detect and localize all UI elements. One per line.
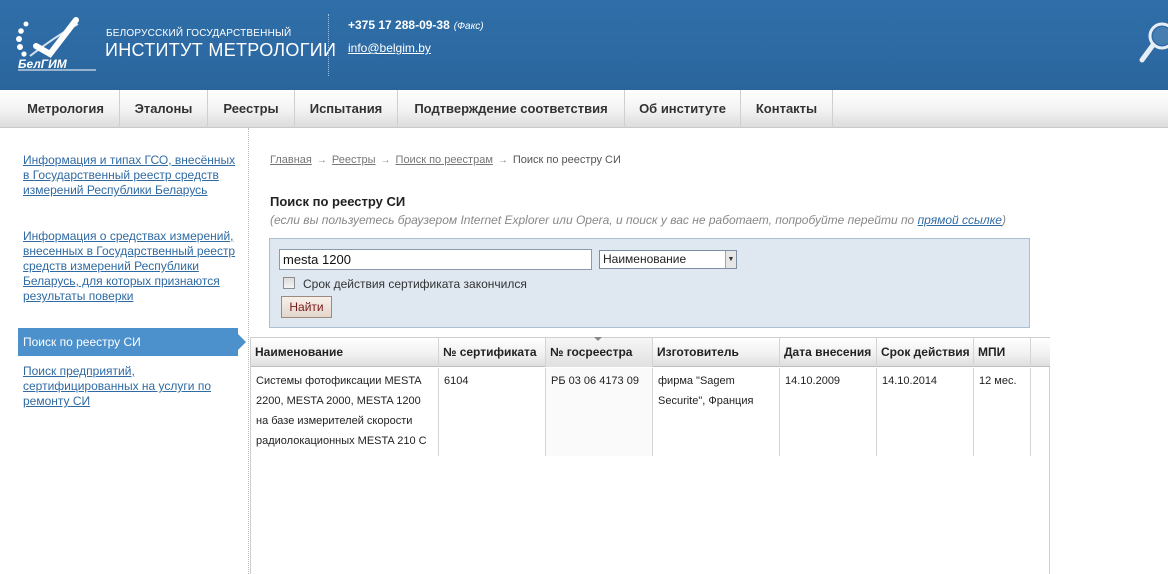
cell-manufacturer: фирма "Sagem Securite", Франция [653,368,780,456]
results-table: Наименование № сертификата № госреестра … [250,337,1050,574]
column-header-certificate[interactable]: № сертификата [439,338,546,367]
breadcrumb-registry-search[interactable]: Поиск по реестрам [396,154,493,166]
expired-checkbox[interactable] [283,277,295,289]
org-name-line1: БЕЛОРУССКИЙ ГОСУДАРСТВЕННЫЙ [106,28,292,39]
phone-note: (Факс) [453,21,484,32]
sidebar-item-gso-info[interactable]: Информация и типах ГСО, внесённых в Госу… [23,153,238,198]
cell-certificate: 6104 [439,368,546,456]
breadcrumb-current: Поиск по реестру СИ [512,154,621,166]
sidebar-item-repair-companies[interactable]: Поиск предприятий, сертифицированных на … [23,364,238,409]
nav-item-contacts[interactable]: Контакты [741,90,833,128]
column-header-manufacturer[interactable]: Изготовитель [653,338,780,367]
find-button[interactable]: Найти [281,296,332,318]
browser-note: (если вы пользуетесь браузером Internet … [270,213,1006,227]
direct-link[interactable]: прямой ссылке [918,213,1002,227]
nav-item-registries[interactable]: Реестры [208,90,295,128]
cell-mpi: 12 мес. [974,368,1031,456]
phone-number: +375 17 288-09-38 [348,18,450,32]
column-header-valid-until[interactable]: Срок действия [877,338,974,367]
column-header-mpi[interactable]: МПИ [974,338,1031,367]
breadcrumb-registries[interactable]: Реестры [332,154,376,166]
column-header-name[interactable]: Наименование [251,338,439,367]
sidebar-item-verification-info[interactable]: Информация о средствах измерений, внесен… [23,229,238,304]
browser-note-text: (если вы пользуетесь браузером Internet … [270,213,915,227]
breadcrumb: Главная → Реестры → Поиск по реестрам → Поиск … [270,154,621,166]
column-header-registry[interactable]: № госреестра [546,337,653,367]
search-icon[interactable] [1138,18,1168,68]
nav-item-conformity[interactable]: Подтверждение соответствия [398,90,625,128]
column-header-date-added[interactable]: Дата внесения [780,338,877,367]
svg-text:БелГИМ: БелГИМ [18,57,68,71]
header-phone: +375 17 288-09-38 (Факс) [348,18,484,32]
header-email-link[interactable]: info@belgim.by [348,41,431,55]
browser-note-end: ) [1001,213,1006,227]
breadcrumb-arrow-icon: → [497,155,508,166]
cell-valid-until: 14.10.2014 [877,368,974,456]
breadcrumb-arrow-icon: → [380,155,391,166]
search-field-selected: Наименование [603,252,687,266]
breadcrumb-home[interactable]: Главная [270,154,312,166]
sidebar-divider [248,128,249,574]
nav-item-standards[interactable]: Эталоны [120,90,208,128]
page-title: Поиск по реестру СИ [270,194,406,209]
nav-item-metrology[interactable]: Метрология [12,90,120,128]
breadcrumb-arrow-icon: → [316,155,327,166]
cell-name: Системы фотофиксации MESTA 2200, MESTA 2… [251,368,439,456]
expired-checkbox-label[interactable]: Срок действия сертификата закончился [303,277,527,291]
header-divider [328,14,329,76]
sidebar: Информация и типах ГСО, внесённых в Госу… [0,128,250,574]
sidebar-item-registry-search[interactable]: Поиск по реестру СИ [18,328,246,356]
site-header: БелГИМ БЕЛОРУССКИЙ ГОСУДАРСТВЕННЫЙ ИНСТИ… [0,0,1168,90]
main-nav: Метрология Эталоны Реестры Испытания Под… [0,90,1168,128]
search-field-select[interactable]: Наименование ▼ [599,250,737,269]
nav-item-testing[interactable]: Испытания [295,90,398,128]
belgim-logo[interactable]: БелГИМ [16,16,100,72]
cell-date-added: 14.10.2009 [780,368,877,456]
nav-item-about[interactable]: Об институте [625,90,741,128]
search-input[interactable] [279,249,592,270]
table-header: Наименование № сертификата № госреестра … [251,337,1050,367]
org-name-line2: ИНСТИТУТ МЕТРОЛОГИИ [105,40,337,60]
search-panel: Наименование ▼ Срок действия сертификата… [269,238,1030,328]
cell-registry: РБ 03 06 4173 09 [546,368,653,456]
chevron-down-icon[interactable]: ▼ [725,251,736,268]
